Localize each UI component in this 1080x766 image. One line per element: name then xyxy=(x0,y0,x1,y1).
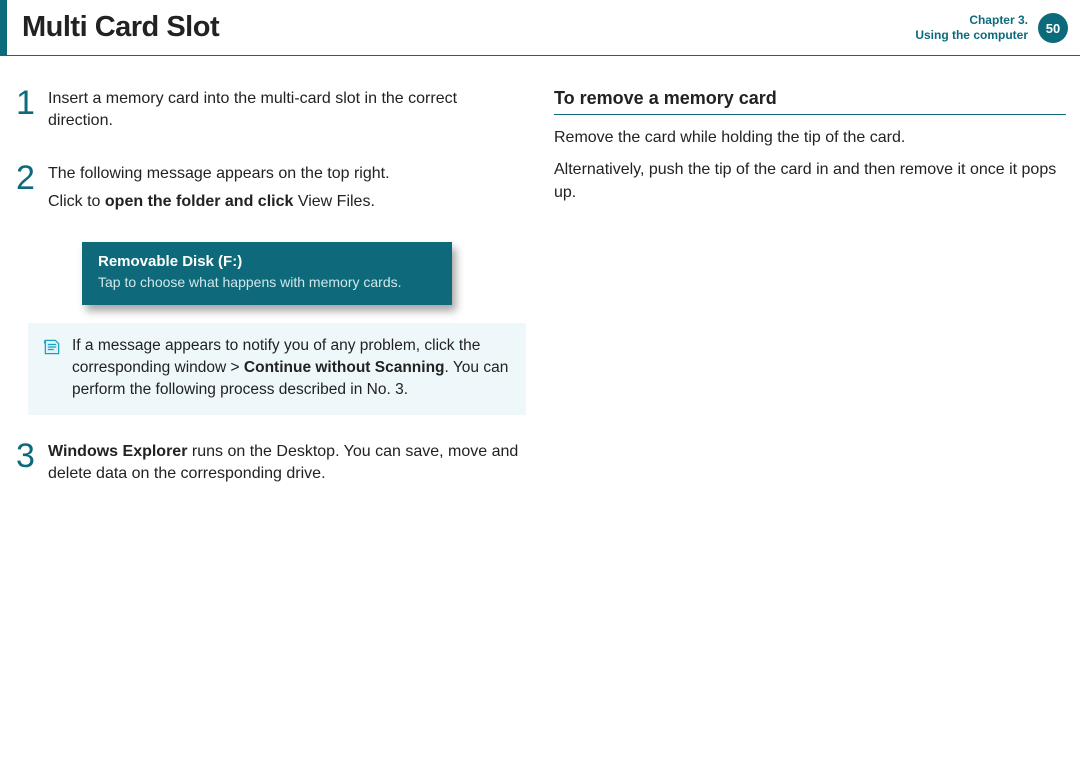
note-icon xyxy=(42,337,66,400)
step-text: Windows Explorer runs on the Desktop. Yo… xyxy=(48,441,526,486)
section-heading: To remove a memory card xyxy=(554,88,1066,115)
paragraph: Alternatively, push the tip of the card … xyxy=(554,159,1066,204)
left-column: 1 Insert a memory card into the multi-ca… xyxy=(14,86,526,513)
step-body: Windows Explorer runs on the Desktop. Yo… xyxy=(48,439,526,492)
right-column: To remove a memory card Remove the card … xyxy=(554,86,1066,513)
toast-container: Removable Disk (F:) Tap to choose what h… xyxy=(82,242,526,306)
page-header: Multi Card Slot Chapter 3. Using the com… xyxy=(0,0,1080,56)
header-accent-bar xyxy=(0,0,7,56)
step-text-line2: Click to open the folder and click View … xyxy=(48,191,526,213)
step-1: 1 Insert a memory card into the multi-ca… xyxy=(14,86,526,139)
chapter-line1: Chapter 3. xyxy=(915,13,1028,28)
page-number-badge: 50 xyxy=(1038,13,1068,43)
removable-disk-toast[interactable]: Removable Disk (F:) Tap to choose what h… xyxy=(82,242,452,306)
step-number: 1 xyxy=(14,86,48,139)
step-3: 3 Windows Explorer runs on the Desktop. … xyxy=(14,439,526,492)
toast-body: Tap to choose what happens with memory c… xyxy=(98,273,436,292)
toast-title: Removable Disk (F:) xyxy=(98,253,436,270)
chapter-line2: Using the computer xyxy=(915,28,1028,43)
step-number: 2 xyxy=(14,161,48,220)
step-body: Insert a memory card into the multi-card… xyxy=(48,86,526,139)
paragraph: Remove the card while holding the tip of… xyxy=(554,127,1066,149)
step-body: The following message appears on the top… xyxy=(48,161,526,220)
step-2: 2 The following message appears on the t… xyxy=(14,161,526,220)
note-box: If a message appears to notify you of an… xyxy=(28,323,526,414)
step-text: Insert a memory card into the multi-card… xyxy=(48,88,526,133)
step-text-line1: The following message appears on the top… xyxy=(48,163,526,185)
chapter-label: Chapter 3. Using the computer xyxy=(915,13,1028,43)
header-meta: Chapter 3. Using the computer 50 xyxy=(915,0,1068,56)
note-text: If a message appears to notify you of an… xyxy=(72,335,512,400)
content-area: 1 Insert a memory card into the multi-ca… xyxy=(0,56,1080,513)
step-number: 3 xyxy=(14,439,48,492)
page-title: Multi Card Slot xyxy=(22,11,219,44)
